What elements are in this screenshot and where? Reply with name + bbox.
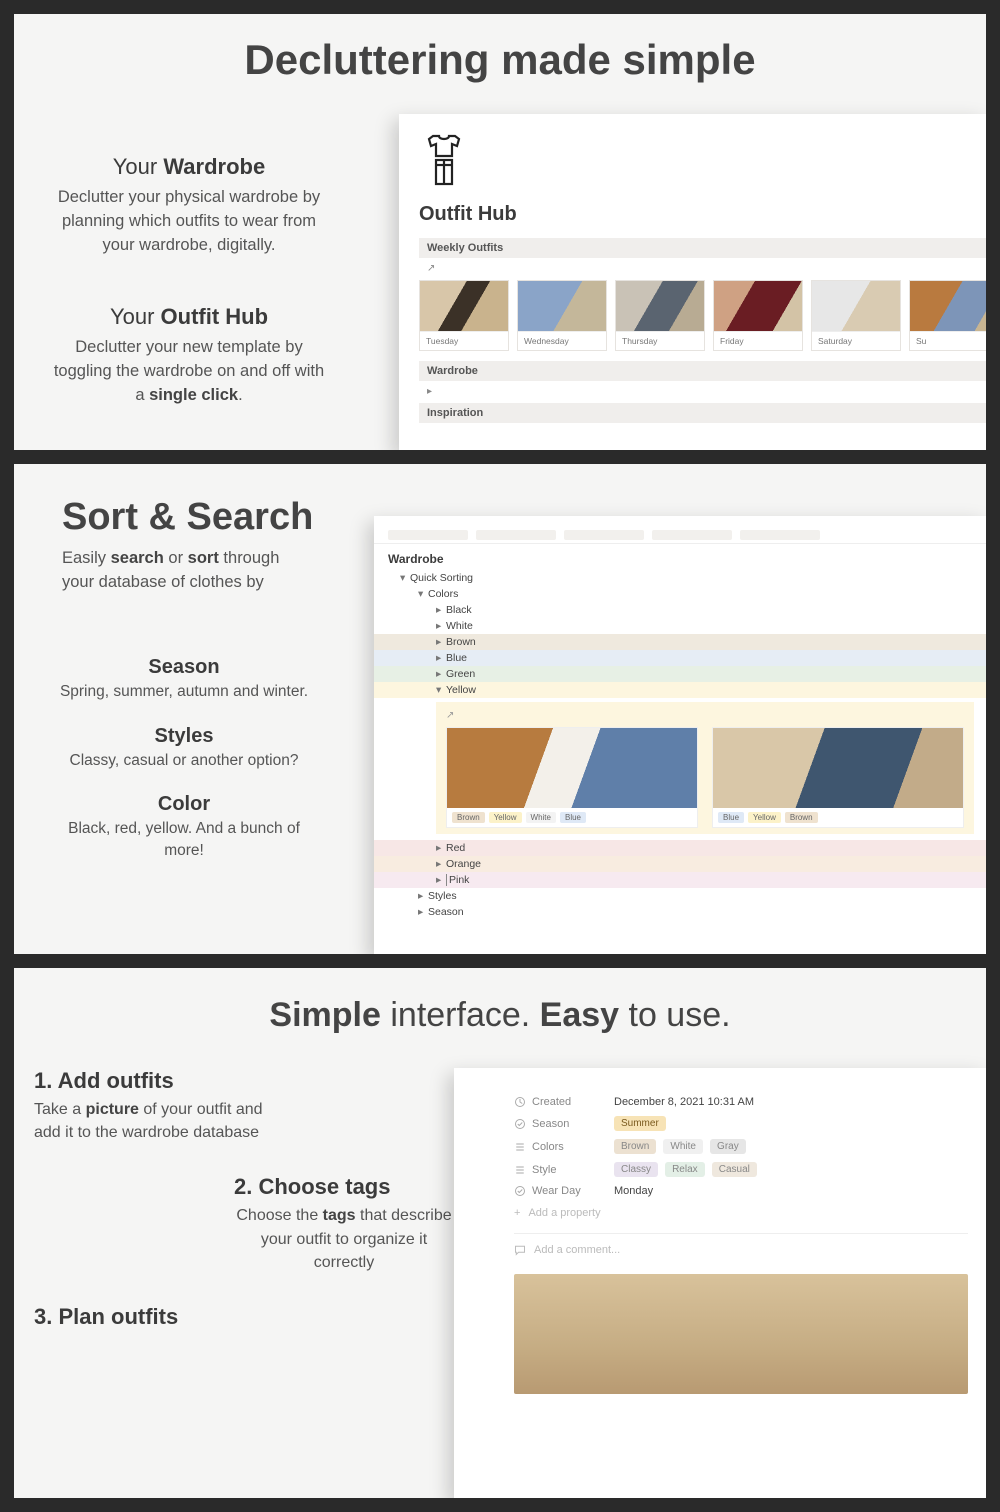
app-wardrobe-window: Wardrobe ▾Quick Sorting ▾Colors ▸Black ▸…	[374, 516, 986, 954]
tag-chip: Brown	[785, 812, 818, 823]
tag-chip: Classy	[614, 1162, 658, 1177]
prop-colors[interactable]: Colors Brown White Gray	[514, 1135, 968, 1158]
prop-created: Created December 8, 2021 10:31 AM	[514, 1092, 968, 1112]
collapse-icon[interactable]: ▸	[419, 384, 440, 403]
app-outfit-hub-window: Outfit Hub Weekly Outfits ↗ Tuesday Wedn…	[399, 114, 986, 450]
yellow-results: ↗ Brown Yellow White Blue	[436, 702, 974, 834]
multiselect-icon	[514, 1141, 526, 1153]
select-icon	[514, 1185, 526, 1197]
node-colors[interactable]: ▾Colors	[374, 586, 986, 602]
panel1-left-column: Your Wardrobe Declutter your physical wa…	[49, 154, 329, 408]
expand-icon[interactable]: ↗	[419, 261, 443, 280]
panel-sort-search: Sort & Search Easily search or sort thro…	[14, 464, 986, 954]
tab-ghost[interactable]	[476, 530, 556, 540]
panel1-title: Decluttering made simple	[14, 14, 986, 84]
panel-simple-interface: Simple interface. Easy to use. 1. Add ou…	[14, 968, 986, 1498]
step-plan-outfits: 3. Plan outfits	[34, 1304, 444, 1330]
block-outfit-hub: Your Outfit Hub Declutter your new templ…	[49, 304, 329, 408]
outfit-photo	[514, 1274, 968, 1394]
outfit-thumbnail	[713, 728, 963, 808]
expand-icon[interactable]: ↗	[446, 710, 964, 721]
tag-row: Brown Yellow White Blue	[447, 808, 697, 827]
outfit-card[interactable]: Blue Yellow Brown	[712, 727, 964, 828]
color-node[interactable]: ▸Green	[374, 666, 986, 682]
block-wardrobe-body: Declutter your physical wardrobe by plan…	[49, 186, 329, 258]
plus-icon: +	[514, 1207, 520, 1219]
comment-icon	[514, 1244, 526, 1256]
select-icon	[514, 1118, 526, 1130]
day-card[interactable]: Saturday	[811, 280, 901, 351]
outfit-thumbnail	[447, 728, 697, 808]
color-node[interactable]: ▸Brown	[374, 634, 986, 650]
day-card[interactable]: Wednesday	[517, 280, 607, 351]
section-weekly-outfits[interactable]: Weekly Outfits	[419, 238, 986, 258]
prop-season[interactable]: Season Summer	[514, 1112, 968, 1135]
wardrobe-heading: Wardrobe	[374, 544, 986, 570]
clock-icon	[514, 1096, 526, 1108]
tag-chip: Brown	[614, 1139, 656, 1154]
tag-summer: Summer	[614, 1116, 666, 1131]
cat-color: Color Black, red, yellow. And a bunch of…	[54, 793, 314, 861]
quick-sorting-tree: ▾Quick Sorting ▾Colors ▸Black ▸White ▸Br…	[374, 570, 986, 920]
outfit-icon	[419, 132, 986, 193]
tag-chip: Brown	[452, 812, 485, 823]
color-node[interactable]: ▸Black	[374, 602, 986, 618]
step-choose-tags: 2. Choose tags Choose the tags that desc…	[234, 1174, 444, 1274]
block-outfit-hub-heading: Your Outfit Hub	[49, 304, 329, 330]
app-properties-window: Created December 8, 2021 10:31 AM Season…	[454, 1068, 986, 1498]
prop-wear-day[interactable]: Wear Day Monday	[514, 1181, 968, 1201]
day-card[interactable]: Friday	[713, 280, 803, 351]
day-card[interactable]: Tuesday	[419, 280, 509, 351]
color-node[interactable]: ▸Pink	[374, 872, 986, 888]
block-wardrobe-heading: Your Wardrobe	[49, 154, 329, 180]
day-card[interactable]: Thursday	[615, 280, 705, 351]
panel3-title: Simple interface. Easy to use.	[14, 968, 986, 1035]
section-inspiration[interactable]: Inspiration	[419, 403, 986, 423]
color-node[interactable]: ▸Blue	[374, 650, 986, 666]
category-list: Season Spring, summer, autumn and winter…	[54, 634, 314, 862]
tag-chip: Yellow	[748, 812, 781, 823]
node-styles[interactable]: ▸Styles	[374, 888, 986, 904]
tag-chip: Casual	[712, 1162, 757, 1177]
block-outfit-hub-body: Declutter your new template by toggling …	[49, 336, 329, 408]
node-season[interactable]: ▸Season	[374, 904, 986, 920]
tag-chip: White	[663, 1139, 703, 1154]
tag-chip: Blue	[560, 812, 586, 823]
tab-ghost[interactable]	[388, 530, 468, 540]
color-node[interactable]: ▸White	[374, 618, 986, 634]
prop-style[interactable]: Style Classy Relax Casual	[514, 1158, 968, 1181]
add-comment-input[interactable]: Add a comment...	[514, 1233, 968, 1274]
tag-chip: Yellow	[489, 812, 522, 823]
tab-ghost[interactable]	[740, 530, 820, 540]
outfit-card[interactable]: Brown Yellow White Blue	[446, 727, 698, 828]
steps-column: 1. Add outfits Take a picture of your ou…	[34, 1068, 444, 1360]
tag-chip: Blue	[718, 812, 744, 823]
tab-ghost[interactable]	[652, 530, 732, 540]
weekly-outfit-row: Tuesday Wednesday Thursday Friday Saturd…	[419, 280, 986, 361]
section-wardrobe[interactable]: Wardrobe	[419, 361, 986, 381]
day-card[interactable]: Su	[909, 280, 986, 351]
panel-decluttering: Decluttering made simple Your Wardrobe D…	[14, 14, 986, 450]
tab-ghost[interactable]	[564, 530, 644, 540]
color-node-expanded[interactable]: ▾Yellow	[374, 682, 986, 698]
tab-strip	[374, 530, 986, 544]
step-add-outfits: 1. Add outfits Take a picture of your ou…	[34, 1068, 444, 1144]
tag-chip: Gray	[710, 1139, 746, 1154]
tag-row: Blue Yellow Brown	[713, 808, 963, 827]
color-node[interactable]: ▸Red	[374, 840, 986, 856]
cat-season: Season Spring, summer, autumn and winter…	[54, 656, 314, 703]
panel2-lead: Easily search or sort through your datab…	[14, 547, 314, 595]
multiselect-icon	[514, 1164, 526, 1176]
cat-styles: Styles Classy, casual or another option?	[54, 725, 314, 772]
node-quick-sorting[interactable]: ▾Quick Sorting	[374, 570, 986, 586]
tag-chip: White	[526, 812, 556, 823]
app-title: Outfit Hub	[419, 203, 986, 226]
add-property-button[interactable]: + Add a property	[514, 1201, 968, 1233]
block-wardrobe: Your Wardrobe Declutter your physical wa…	[49, 154, 329, 258]
color-node[interactable]: ▸Orange	[374, 856, 986, 872]
tag-chip: Relax	[665, 1162, 705, 1177]
